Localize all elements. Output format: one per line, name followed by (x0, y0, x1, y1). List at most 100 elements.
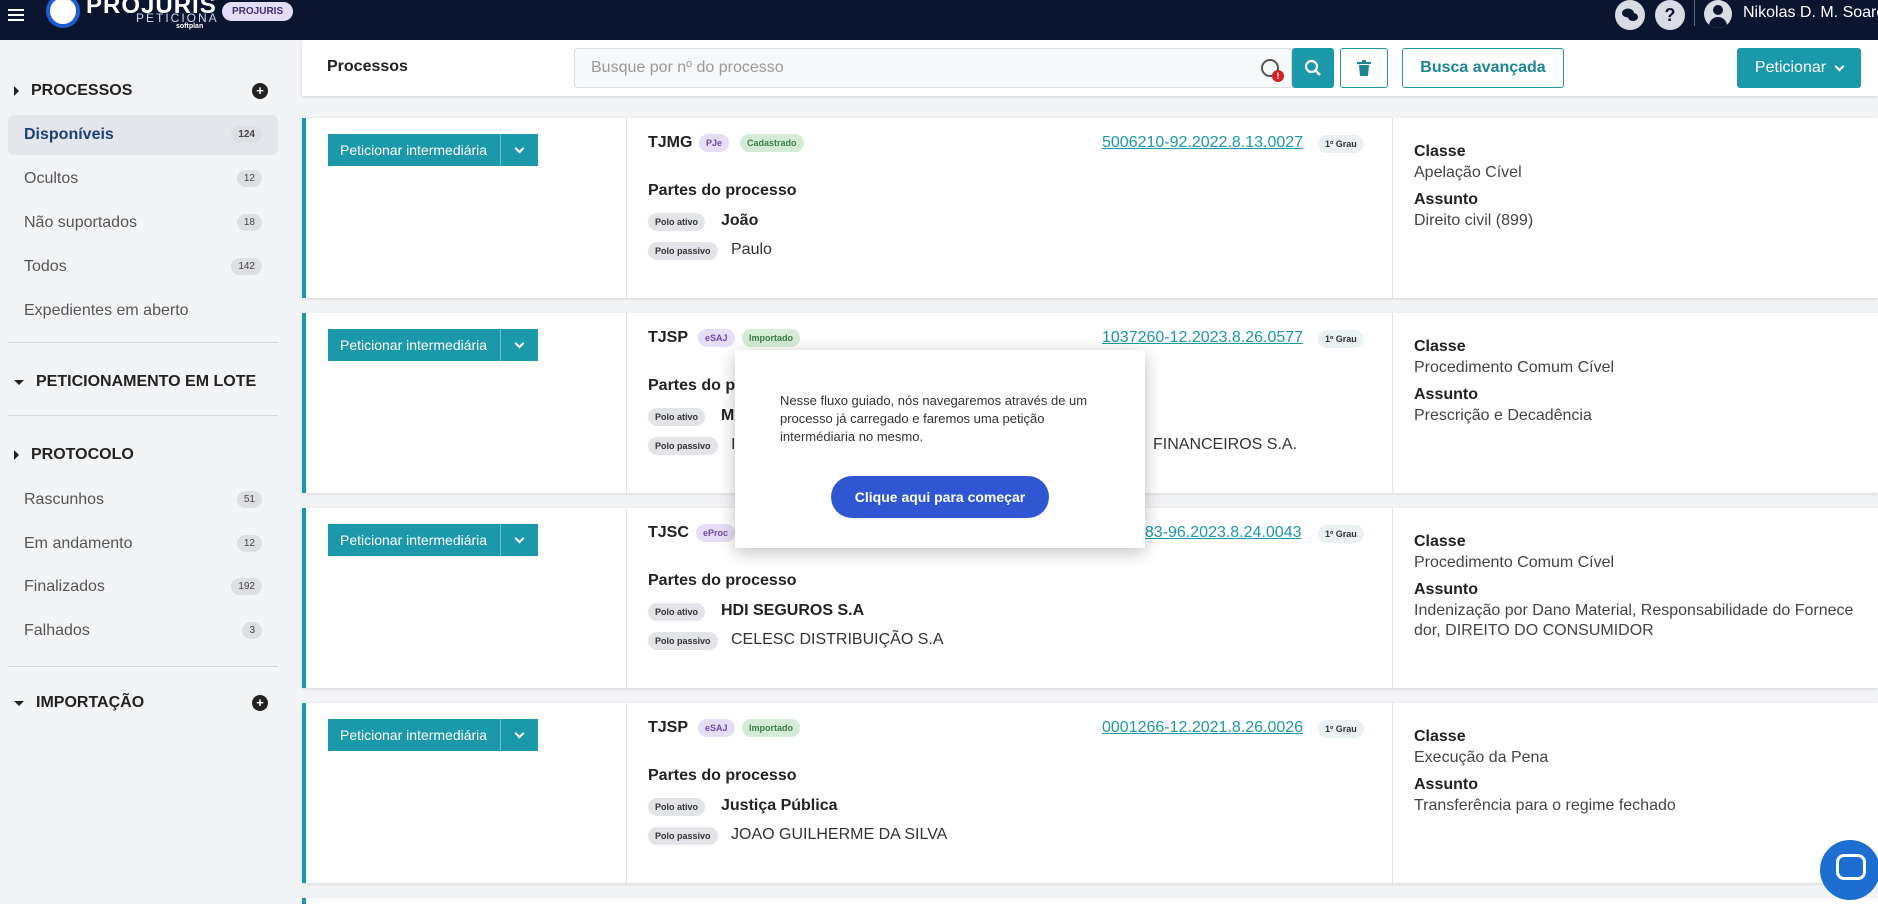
caret-down-icon (14, 700, 24, 706)
add-importacao-plus-icon[interactable]: + (252, 695, 268, 711)
divider (626, 118, 627, 298)
caret-right-icon (14, 450, 19, 460)
divider (8, 666, 278, 667)
sidebar-item-label: Não suportados (24, 214, 137, 231)
divider (8, 415, 278, 416)
classe-label: Classe (1414, 143, 1466, 160)
status-tag: Importado (742, 329, 800, 347)
sidebar-item-label: Finalizados (24, 578, 105, 595)
court: TJSC (648, 524, 689, 541)
chevron-down-icon (1834, 61, 1845, 71)
hamburger-menu-icon[interactable] (8, 6, 24, 24)
classe-label: Classe (1414, 338, 1466, 355)
count-badge: 51 (236, 491, 262, 508)
sidebar-item-falhados[interactable]: Falhados 3 (8, 611, 278, 651)
chevron-down-icon (514, 533, 524, 543)
sidebar-item-label: Expedientes em aberto (24, 302, 189, 319)
chat-icon[interactable] (1615, 0, 1645, 30)
count-badge: 142 (231, 258, 262, 275)
brand-badge: PROJURIS (222, 2, 294, 21)
process-number-link[interactable]: 0001266-12.2021.8.26.0026 (1102, 719, 1303, 737)
polo-ativo-tag: Polo ativo (648, 603, 706, 621)
divider (1392, 508, 1393, 688)
section-title: IMPORTAÇÃO (36, 694, 145, 711)
assunto-label: Assunto (1414, 581, 1478, 598)
search-box (574, 48, 1292, 88)
partes-title: Partes do pr (648, 377, 742, 394)
process-number-link[interactable]: 5006210-92.2022.8.13.0027 (1102, 134, 1303, 152)
polo-passivo-tag: Polo passivo (648, 632, 718, 650)
count-badge: 12 (236, 170, 262, 187)
user-name[interactable]: Nikolas D. M. Soares (1743, 4, 1878, 22)
sidebar-item-rascunhos[interactable]: Rascunhos 51 (8, 480, 278, 520)
process-number-link[interactable]: 1037260-12.2023.8.26.0577 (1102, 329, 1303, 347)
peticionar-button[interactable]: Peticionar (1737, 48, 1861, 88)
partes-title: Partes do processo (648, 767, 797, 784)
advanced-search-button[interactable]: Busca avançada (1402, 48, 1564, 88)
section-importacao[interactable]: IMPORTAÇÃO (14, 694, 144, 712)
chevron-down-icon (514, 338, 524, 348)
clear-search-button[interactable] (1340, 48, 1388, 88)
count-badge: 18 (236, 214, 262, 231)
polo-passivo-tag: Polo passivo (648, 242, 718, 260)
polo-passivo-tag: Polo passivo (648, 437, 718, 455)
dropdown-toggle[interactable] (500, 719, 537, 751)
classe-value: Procedimento Comum Cível (1414, 554, 1615, 571)
divider (1694, 0, 1695, 26)
section-protocolo[interactable]: PROTOCOLO (14, 446, 134, 464)
process-card (302, 898, 1878, 904)
polo-ativo-tag: Polo ativo (648, 213, 706, 231)
sidebar-item-todos[interactable]: Todos 142 (8, 247, 278, 287)
process-number-link[interactable]: 783-96.2023.8.24.0043 (1136, 524, 1301, 542)
assunto-label: Assunto (1414, 776, 1478, 793)
polo-ativo-name: HDI SEGUROS S.A (721, 602, 865, 619)
sidebar-item-label: Disponíveis (24, 126, 114, 143)
system-tag: eSAJ (698, 329, 735, 347)
sidebar-item-expedientes[interactable]: Expedientes em aberto (8, 291, 278, 331)
search-input[interactable] (591, 59, 1231, 77)
sidebar-item-em-andamento[interactable]: Em andamento 12 (8, 524, 278, 564)
alert-icon[interactable] (1261, 59, 1284, 82)
sidebar-item-finalizados[interactable]: Finalizados 192 (8, 567, 278, 607)
divider (8, 342, 278, 343)
section-peticionamento-lote[interactable]: PETICIONAMENTO EM LOTE (14, 373, 256, 391)
polo-passivo-name: JOAO GUILHERME DA SILVA (731, 826, 948, 843)
divider (1392, 703, 1393, 883)
peticionar-intermediaria-button[interactable]: Peticionar intermediária (328, 524, 538, 556)
dropdown-toggle[interactable] (500, 329, 537, 361)
search-icon (1304, 59, 1321, 76)
dropdown-toggle[interactable] (500, 524, 537, 556)
sidebar-item-ocultos[interactable]: Ocultos 12 (8, 159, 278, 199)
peticionar-intermediaria-button[interactable]: Peticionar intermediária (328, 134, 538, 166)
divider (626, 703, 627, 883)
sidebar-item-label: Ocultos (24, 170, 79, 187)
peticionar-intermediaria-button[interactable]: Peticionar intermediária (328, 719, 538, 751)
count-badge: 124 (231, 126, 262, 143)
process-card: Peticionar intermediária TJMG PJe Cadast… (302, 118, 1878, 298)
chevron-down-icon (514, 143, 524, 153)
sidebar-item-label: Em andamento (24, 535, 133, 552)
sidebar-item-nao-suportados[interactable]: Não suportados 18 (8, 203, 278, 243)
chat-widget-icon[interactable] (1820, 840, 1878, 900)
sidebar-item-disponiveis[interactable]: Disponíveis 124 (8, 115, 278, 155)
peticionar-intermediaria-button[interactable]: Peticionar intermediária (328, 329, 538, 361)
sidebar: PROCESSOS + Disponíveis 124 Ocultos 12 N… (0, 40, 290, 904)
dropdown-toggle[interactable] (500, 134, 537, 166)
user-avatar-icon[interactable] (1704, 0, 1732, 28)
section-processos[interactable]: PROCESSOS (14, 82, 132, 100)
assunto-value: Indenização por Dano Material, Responsab… (1414, 602, 1854, 639)
trash-icon (1357, 60, 1371, 76)
add-processo-plus-icon[interactable]: + (252, 83, 268, 99)
assunto-value: Prescrição e Decadência (1414, 407, 1592, 424)
polo-ativo-tag: Polo ativo (648, 798, 706, 816)
modal-text: Nesse fluxo guiado, nós navegaremos atra… (780, 393, 1088, 444)
grau-badge: 1º Grau (1318, 135, 1364, 153)
help-icon[interactable]: ? (1655, 0, 1685, 30)
button-label: Peticionar intermediária (340, 532, 488, 548)
system-tag: eSAJ (698, 719, 735, 737)
start-guide-button[interactable]: Clique aqui para começar (831, 476, 1049, 518)
search-button[interactable] (1292, 48, 1334, 88)
process-card: Peticionar intermediária TJSP eSAJ Impor… (302, 703, 1878, 883)
section-title: PROTOCOLO (31, 446, 134, 463)
system-tag: PJe (699, 134, 730, 152)
